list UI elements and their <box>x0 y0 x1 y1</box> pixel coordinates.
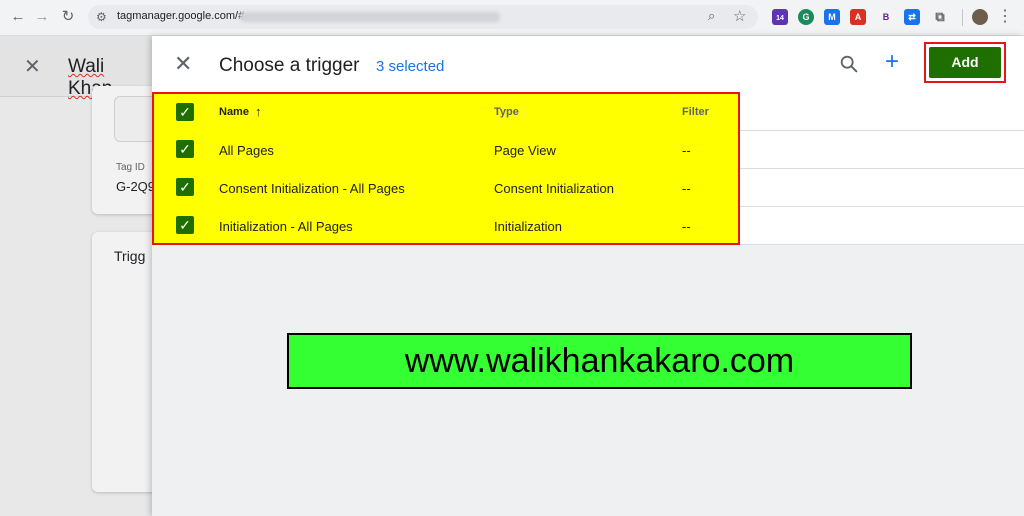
row-checkbox[interactable]: ✓ <box>176 140 194 158</box>
row-checkbox[interactable]: ✓ <box>176 178 194 196</box>
panel-title: Choose a trigger <box>219 55 360 76</box>
trigger-name[interactable]: Consent Initialization - All Pages <box>219 181 405 196</box>
reload-icon[interactable]: ↻ <box>58 7 78 27</box>
toolbar-divider <box>962 9 963 26</box>
extension-pdf-icon[interactable]: A <box>850 9 866 25</box>
site-info-icon[interactable]: ⚙ <box>96 9 112 25</box>
trigger-filter: -- <box>682 181 691 196</box>
trigger-table: ✓ Name ↑ Type Filter ✓ All Pages Page Vi… <box>152 92 1024 516</box>
zoom-icon[interactable]: ⌕ <box>708 8 715 24</box>
close-icon[interactable]: ✕ <box>24 54 41 79</box>
tag-id-label: Tag ID <box>116 162 145 173</box>
tag-type-icon[interactable] <box>114 96 156 142</box>
add-icon[interactable]: + <box>885 48 899 76</box>
url-blurred-segment <box>240 12 500 22</box>
forward-arrow-icon[interactable]: → <box>32 7 52 27</box>
bookmark-star-icon[interactable]: ☆ <box>733 7 746 25</box>
close-icon[interactable]: ✕ <box>174 51 192 77</box>
url-text: tagmanager.google.com/# <box>117 10 245 22</box>
row-checkbox[interactable]: ✓ <box>176 216 194 234</box>
panel-header: ✕ Choose a trigger 3 selected + Add <box>152 36 1024 92</box>
column-header-name[interactable]: Name <box>219 106 249 118</box>
trigger-type: Page View <box>494 143 556 158</box>
extension-mail-icon[interactable]: M <box>824 9 840 25</box>
trigger-name[interactable]: Initialization - All Pages <box>219 219 353 234</box>
add-button[interactable]: Add <box>929 47 1001 78</box>
address-bar[interactable]: ⚙ tagmanager.google.com/# ⌕ ☆ <box>88 5 758 29</box>
selected-count: 3 selected <box>376 58 445 75</box>
extension-grammar-icon[interactable]: G <box>798 9 814 25</box>
trigger-filter: -- <box>682 143 691 158</box>
select-all-checkbox[interactable]: ✓ <box>176 103 194 121</box>
sort-ascending-icon[interactable]: ↑ <box>255 104 262 119</box>
triggering-label: Trigg <box>114 248 146 264</box>
trigger-filter: -- <box>682 219 691 234</box>
browser-menu-icon[interactable]: ⋮ <box>995 7 1015 27</box>
column-header-type: Type <box>494 106 519 118</box>
extensions-puzzle-icon[interactable]: ⧉ <box>932 9 948 25</box>
extension-icon-badged[interactable]: 14 <box>772 9 788 25</box>
tag-id-value: G-2Q9 <box>116 179 156 194</box>
trigger-type: Consent Initialization <box>494 181 614 196</box>
trigger-type: Initialization <box>494 219 562 234</box>
website-watermark: www.walikhankakaro.com <box>287 333 912 389</box>
trigger-name[interactable]: All Pages <box>219 143 274 158</box>
browser-toolbar: ← → ↻ ⚙ tagmanager.google.com/# ⌕ ☆ 14 G… <box>0 0 1024 36</box>
back-arrow-icon[interactable]: ← <box>8 7 28 27</box>
profile-avatar[interactable] <box>972 9 988 25</box>
extension-translate-icon[interactable]: ⇄ <box>904 9 920 25</box>
choose-trigger-panel: ✕ Choose a trigger 3 selected + Add ✓ Na… <box>152 36 1024 516</box>
search-icon[interactable] <box>838 53 860 75</box>
column-header-filter: Filter <box>682 106 709 118</box>
extension-b-icon[interactable]: B <box>878 9 894 25</box>
extension-badge-count: 14 <box>776 15 784 22</box>
